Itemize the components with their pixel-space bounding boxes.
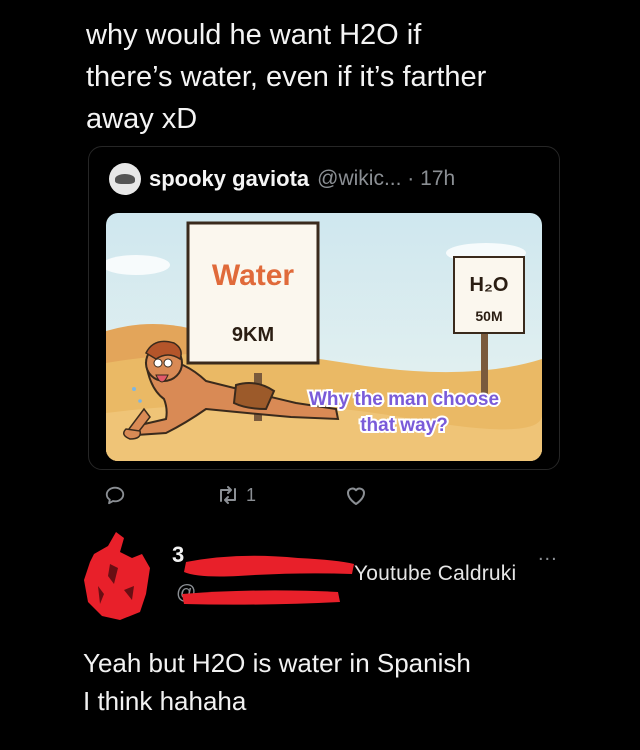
reply-icon [105, 486, 125, 505]
like-icon [347, 487, 365, 505]
redacted-handle [182, 590, 340, 605]
redacted-name [184, 555, 354, 577]
retweet-icon [220, 486, 236, 504]
watermark-text: Youtube Caldruki [354, 562, 517, 585]
post-text-line: there’s water, even if it’s farther [86, 61, 487, 93]
retweet-button[interactable]: 1 [216, 484, 256, 506]
reply-text-line: I think hahaha [83, 686, 247, 716]
h2o-sign-title: H₂O [470, 274, 509, 296]
quoted-author-handle-time: @wikic... · 17h [317, 167, 456, 190]
reply-button[interactable] [104, 484, 126, 506]
meme-caption-line: Why the man choose [309, 389, 499, 410]
quoted-author-name[interactable]: spooky gaviota [149, 166, 309, 192]
h2o-sign-distance: 50M [475, 308, 502, 324]
post-text-line: away xD [86, 103, 198, 135]
post-text: why would he want H2O if there’s water, … [86, 14, 566, 140]
quoted-post-image[interactable]: Water 9KM H₂O 50M Why the man choose tha… [106, 213, 542, 461]
quoted-author-avatar[interactable] [109, 163, 141, 195]
reply-text-line: Yeah but H2O is water in Spanish [83, 648, 471, 678]
retweet-count: 1 [246, 484, 257, 505]
redacted-avatar [84, 532, 150, 620]
like-button[interactable] [344, 484, 368, 506]
quoted-post-header: spooky gaviota @wikic... · 17h [109, 163, 455, 195]
reply-text: Yeah but H2O is water in Spanish I think… [83, 644, 603, 720]
water-sign-distance: 9KM [232, 324, 274, 346]
more-options-button[interactable]: ... [538, 543, 558, 566]
meme-caption-line: that way? [360, 415, 448, 436]
post-action-bar: 1 [0, 478, 640, 512]
post-text-line: why would he want H2O if [86, 19, 422, 51]
quoted-post-card[interactable]: spooky gaviota @wikic... · 17h Water 9KM [88, 146, 560, 470]
water-sign-title: Water [212, 259, 295, 292]
meme-illustration: Water 9KM H₂O 50M Why the man choose tha… [106, 213, 542, 461]
